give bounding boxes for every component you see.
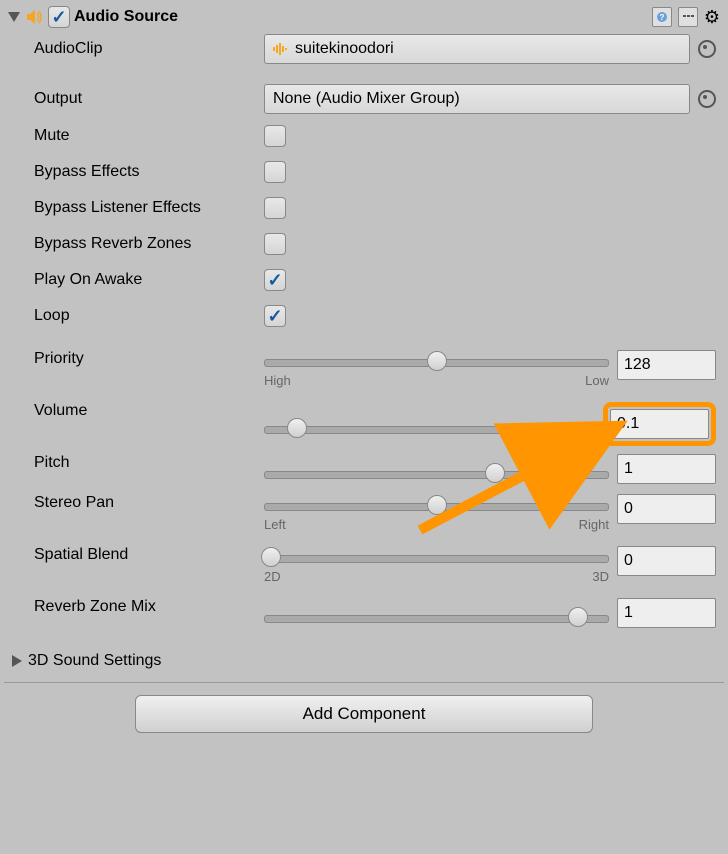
spatialblend-slider[interactable]: 2D 3D (264, 547, 609, 575)
stereopan-label: Stereo Pan (34, 494, 264, 512)
audioclip-label: AudioClip (34, 40, 264, 58)
audioclip-field[interactable]: suitekinoodori (264, 34, 690, 64)
gear-icon[interactable]: ⚙ (704, 7, 720, 28)
stereopan-input[interactable] (617, 494, 716, 524)
spatialblend-label: Spatial Blend (34, 546, 264, 564)
bypass-effects-checkbox[interactable] (264, 161, 286, 183)
spatialblend-input[interactable] (617, 546, 716, 576)
reverb-slider[interactable] (264, 607, 609, 619)
component-title: Audio Source (74, 8, 648, 26)
reverb-label: Reverb Zone Mix (34, 598, 264, 616)
loop-label: Loop (34, 307, 264, 325)
output-value: None (Audio Mixer Group) (273, 90, 460, 108)
highlight-annotation (603, 402, 716, 446)
svg-text:?: ? (659, 13, 664, 22)
pitch-input[interactable] (617, 454, 716, 484)
priority-right-label: Low (585, 373, 609, 388)
pitch-slider[interactable] (264, 463, 609, 475)
bypass-effects-label: Bypass Effects (34, 163, 264, 181)
priority-input[interactable] (617, 350, 716, 380)
bypass-reverb-checkbox[interactable] (264, 233, 286, 255)
output-field[interactable]: None (Audio Mixer Group) (264, 84, 690, 114)
stereopan-slider[interactable]: Left Right (264, 495, 609, 523)
mute-label: Mute (34, 127, 264, 145)
sound-settings-label: 3D Sound Settings (28, 652, 161, 670)
foldout-toggle[interactable] (12, 655, 22, 667)
loop-checkbox[interactable] (264, 305, 286, 327)
priority-slider[interactable]: High Low (264, 351, 609, 379)
play-on-awake-label: Play On Awake (34, 271, 264, 289)
help-icon[interactable]: ? (652, 7, 672, 27)
bypass-listener-checkbox[interactable] (264, 197, 286, 219)
stereopan-right-label: Right (579, 517, 609, 532)
speaker-icon (24, 7, 44, 27)
play-on-awake-checkbox[interactable] (264, 269, 286, 291)
bypass-reverb-label: Bypass Reverb Zones (34, 235, 264, 253)
spatialblend-left-label: 2D (264, 569, 281, 584)
foldout-toggle[interactable] (8, 12, 20, 22)
volume-label: Volume (34, 402, 264, 420)
spatialblend-right-label: 3D (592, 569, 609, 584)
volume-input[interactable] (610, 409, 709, 439)
component-enabled-checkbox[interactable] (48, 6, 70, 28)
mute-checkbox[interactable] (264, 125, 286, 147)
preset-icon[interactable] (678, 7, 698, 27)
audioclip-value: suitekinoodori (295, 40, 394, 58)
priority-label: Priority (34, 350, 264, 368)
component-header: Audio Source ? ⚙ (4, 4, 724, 30)
reverb-input[interactable] (617, 598, 716, 628)
stereopan-left-label: Left (264, 517, 286, 532)
pitch-label: Pitch (34, 454, 264, 472)
output-label: Output (34, 90, 264, 108)
add-component-button[interactable]: Add Component (135, 695, 593, 733)
object-picker-icon[interactable] (698, 40, 716, 58)
audioclip-icon (273, 43, 289, 55)
object-picker-icon[interactable] (698, 90, 716, 108)
volume-slider[interactable] (264, 418, 595, 430)
priority-left-label: High (264, 373, 291, 388)
bypass-listener-label: Bypass Listener Effects (34, 199, 264, 217)
